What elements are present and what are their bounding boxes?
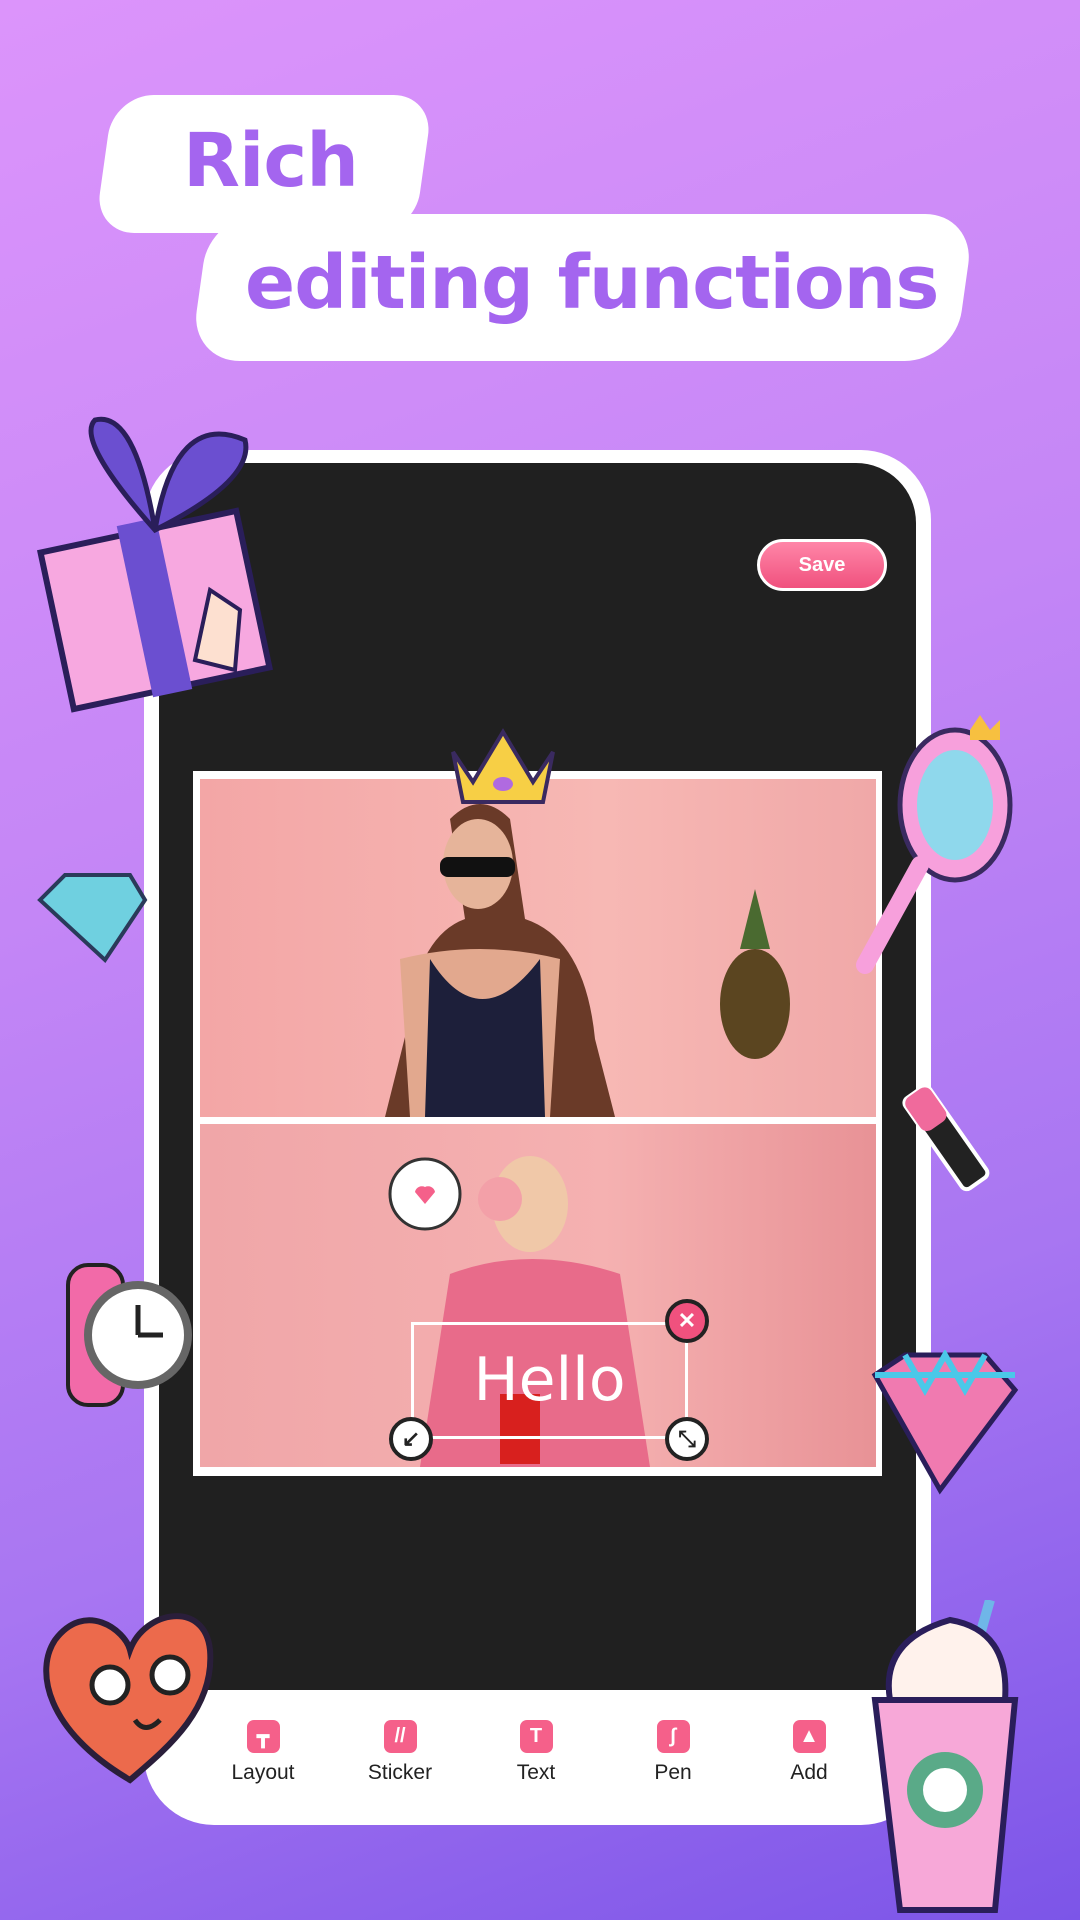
tool-label: Sticker [367, 1761, 433, 1784]
tool-pen[interactable]: ∫ Pen [618, 1720, 728, 1785]
headline-line-2: editing functions [245, 240, 939, 326]
resize-handle[interactable]: ⤡ [665, 1417, 709, 1461]
bottom-toolbar: ┳ Layout //Sticker T Text ∫ Pen ▲ Add [144, 1690, 931, 1825]
heart-face-sticker [43, 1613, 214, 1784]
text-sticker-hello[interactable]: Hello [411, 1322, 688, 1439]
rotate-handle[interactable]: ↙ [389, 1417, 433, 1461]
text-icon: T [519, 1720, 553, 1753]
photo-illustration [385, 804, 790, 1117]
image-add-icon: ▲ [792, 1720, 826, 1753]
tool-add[interactable]: ▲ Add [754, 1720, 864, 1785]
gift-box-sticker [36, 416, 274, 713]
photo-woman-pineapple[interactable] [200, 779, 876, 1117]
mirror-sticker [856, 715, 1013, 974]
headline-line-1: Rich [183, 118, 359, 204]
close-sticker-button[interactable]: ✕ [665, 1299, 709, 1343]
layout-icon: ┳ [246, 1720, 280, 1753]
tool-label: Pen [654, 1761, 692, 1784]
tool-label: Add [790, 1761, 828, 1784]
tool-sticker[interactable]: // Sticker [345, 1720, 455, 1785]
save-button[interactable]: Save [757, 539, 887, 591]
pen-icon: ∫ [656, 1720, 690, 1753]
tool-label: Text [516, 1761, 556, 1784]
diamond-sticker [37, 873, 148, 964]
lipstick-sticker [902, 1084, 990, 1192]
tool-text[interactable]: T Text [481, 1720, 591, 1785]
milkshake-sticker [871, 1600, 1019, 1913]
text-sticker-content[interactable]: Hello [414, 1345, 685, 1415]
sticker-icon: // [383, 1720, 417, 1753]
watch-sticker [66, 1263, 192, 1407]
gem-sticker [871, 1350, 1019, 1495]
crown-sticker[interactable] [443, 722, 563, 812]
